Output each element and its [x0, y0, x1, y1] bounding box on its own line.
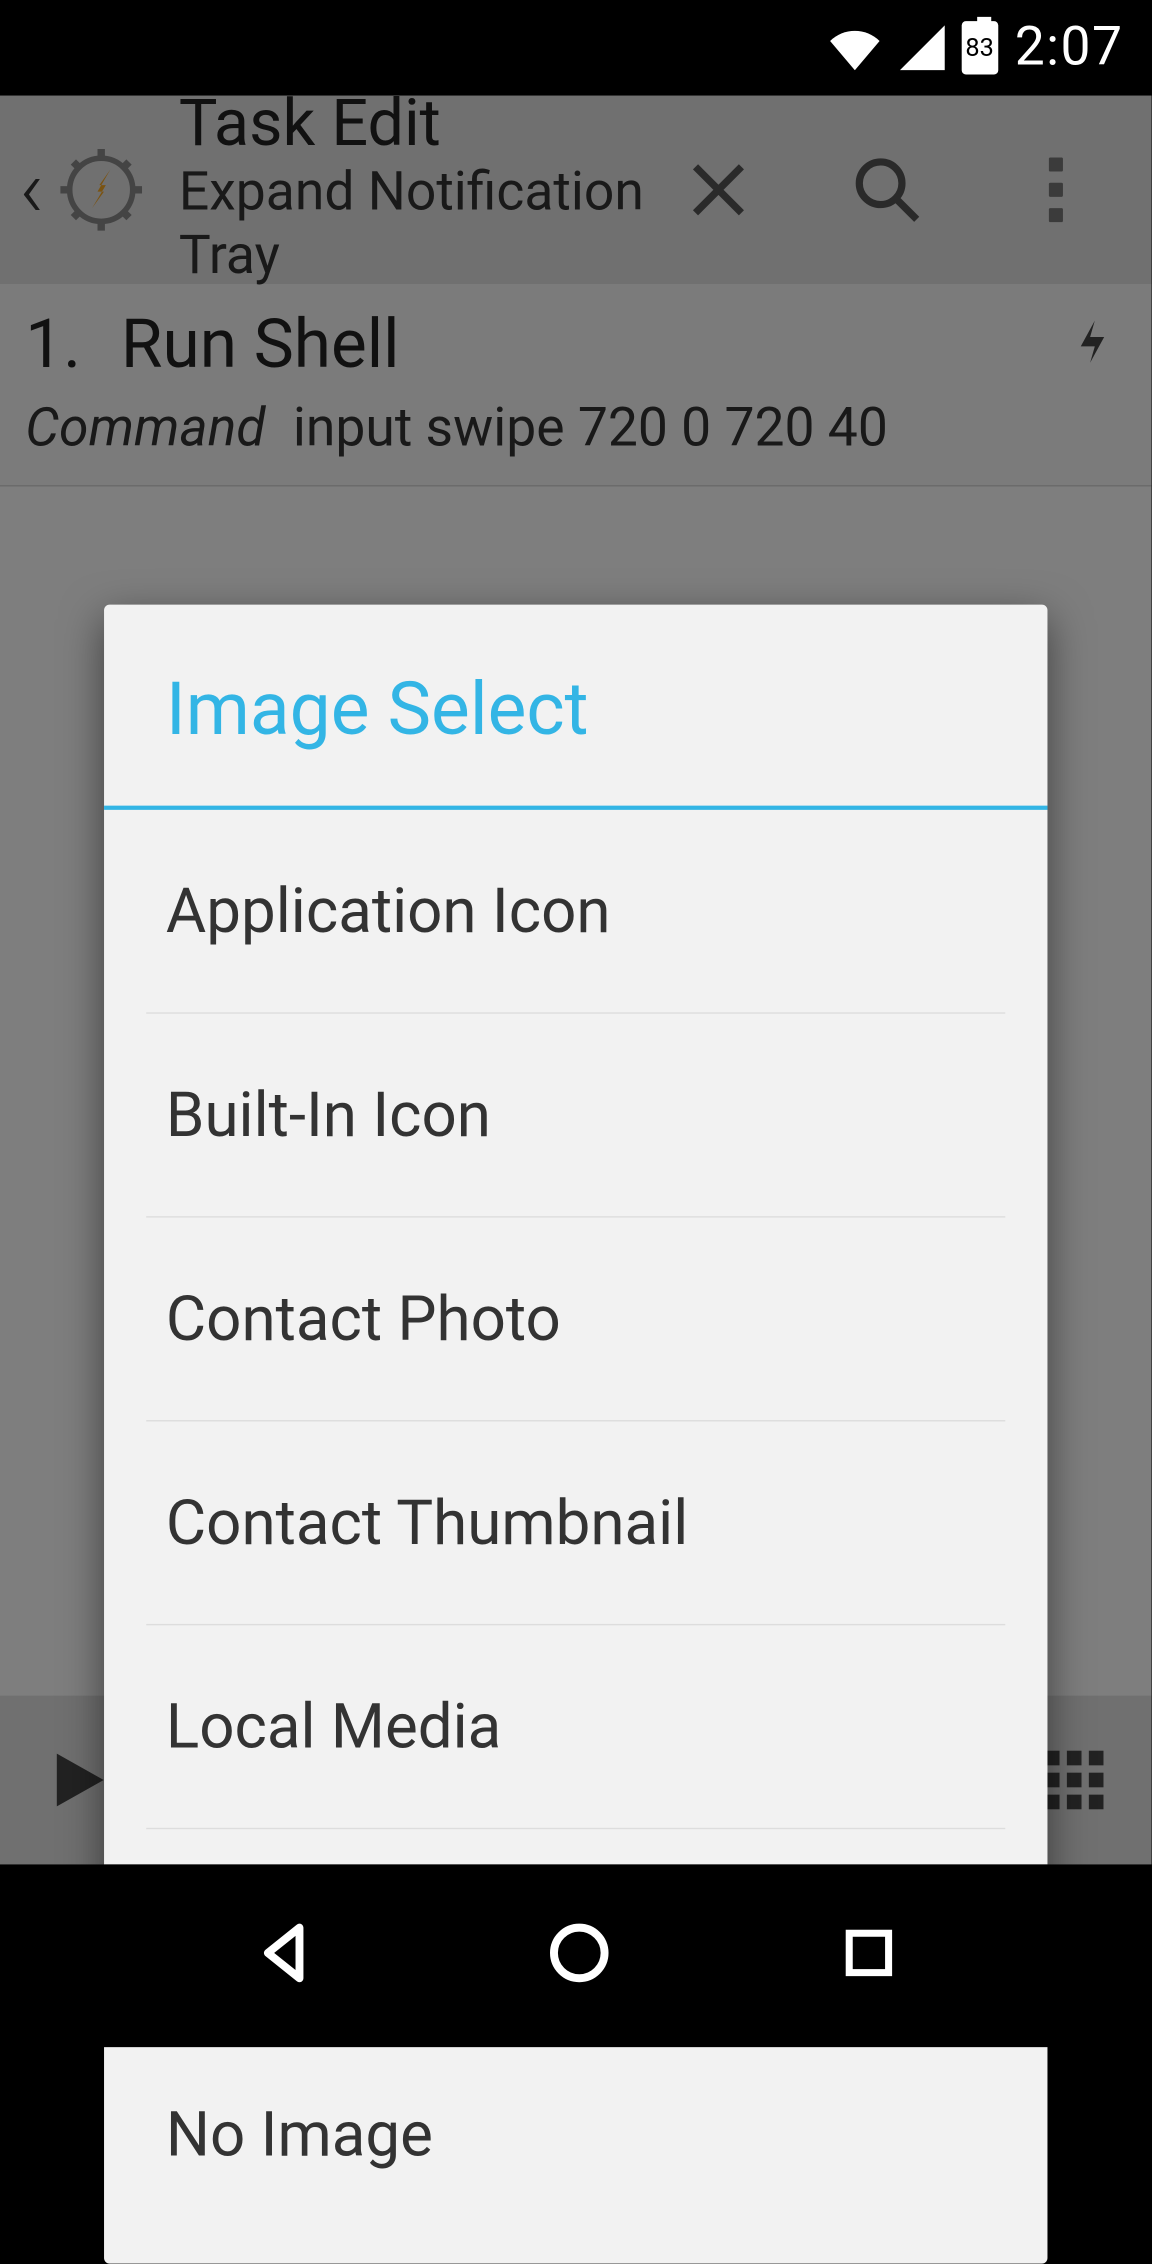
status-bar: 83 2:07 [0, 0, 1152, 96]
wifi-icon [826, 25, 882, 70]
nav-back-icon[interactable] [249, 1915, 325, 1997]
android-nav-bar [0, 1864, 1152, 2047]
option-local-media[interactable]: Local Media [146, 1625, 1005, 1829]
option-contact-photo[interactable]: Contact Photo [146, 1218, 1005, 1422]
status-time: 2:07 [1015, 17, 1124, 79]
option-built-in-icon[interactable]: Built-In Icon [146, 1014, 1005, 1218]
battery-icon: 83 [961, 21, 998, 74]
option-application-icon[interactable]: Application Icon [146, 810, 1005, 1014]
option-no-image[interactable]: No Image [146, 2033, 1005, 2235]
battery-percent: 83 [965, 33, 993, 63]
nav-recent-icon[interactable] [835, 1919, 902, 1992]
nav-home-icon[interactable] [542, 1915, 618, 1997]
option-contact-thumbnail[interactable]: Contact Thumbnail [146, 1421, 1005, 1625]
cell-signal-icon [899, 25, 944, 70]
dialog-title: Image Select [104, 605, 1047, 806]
